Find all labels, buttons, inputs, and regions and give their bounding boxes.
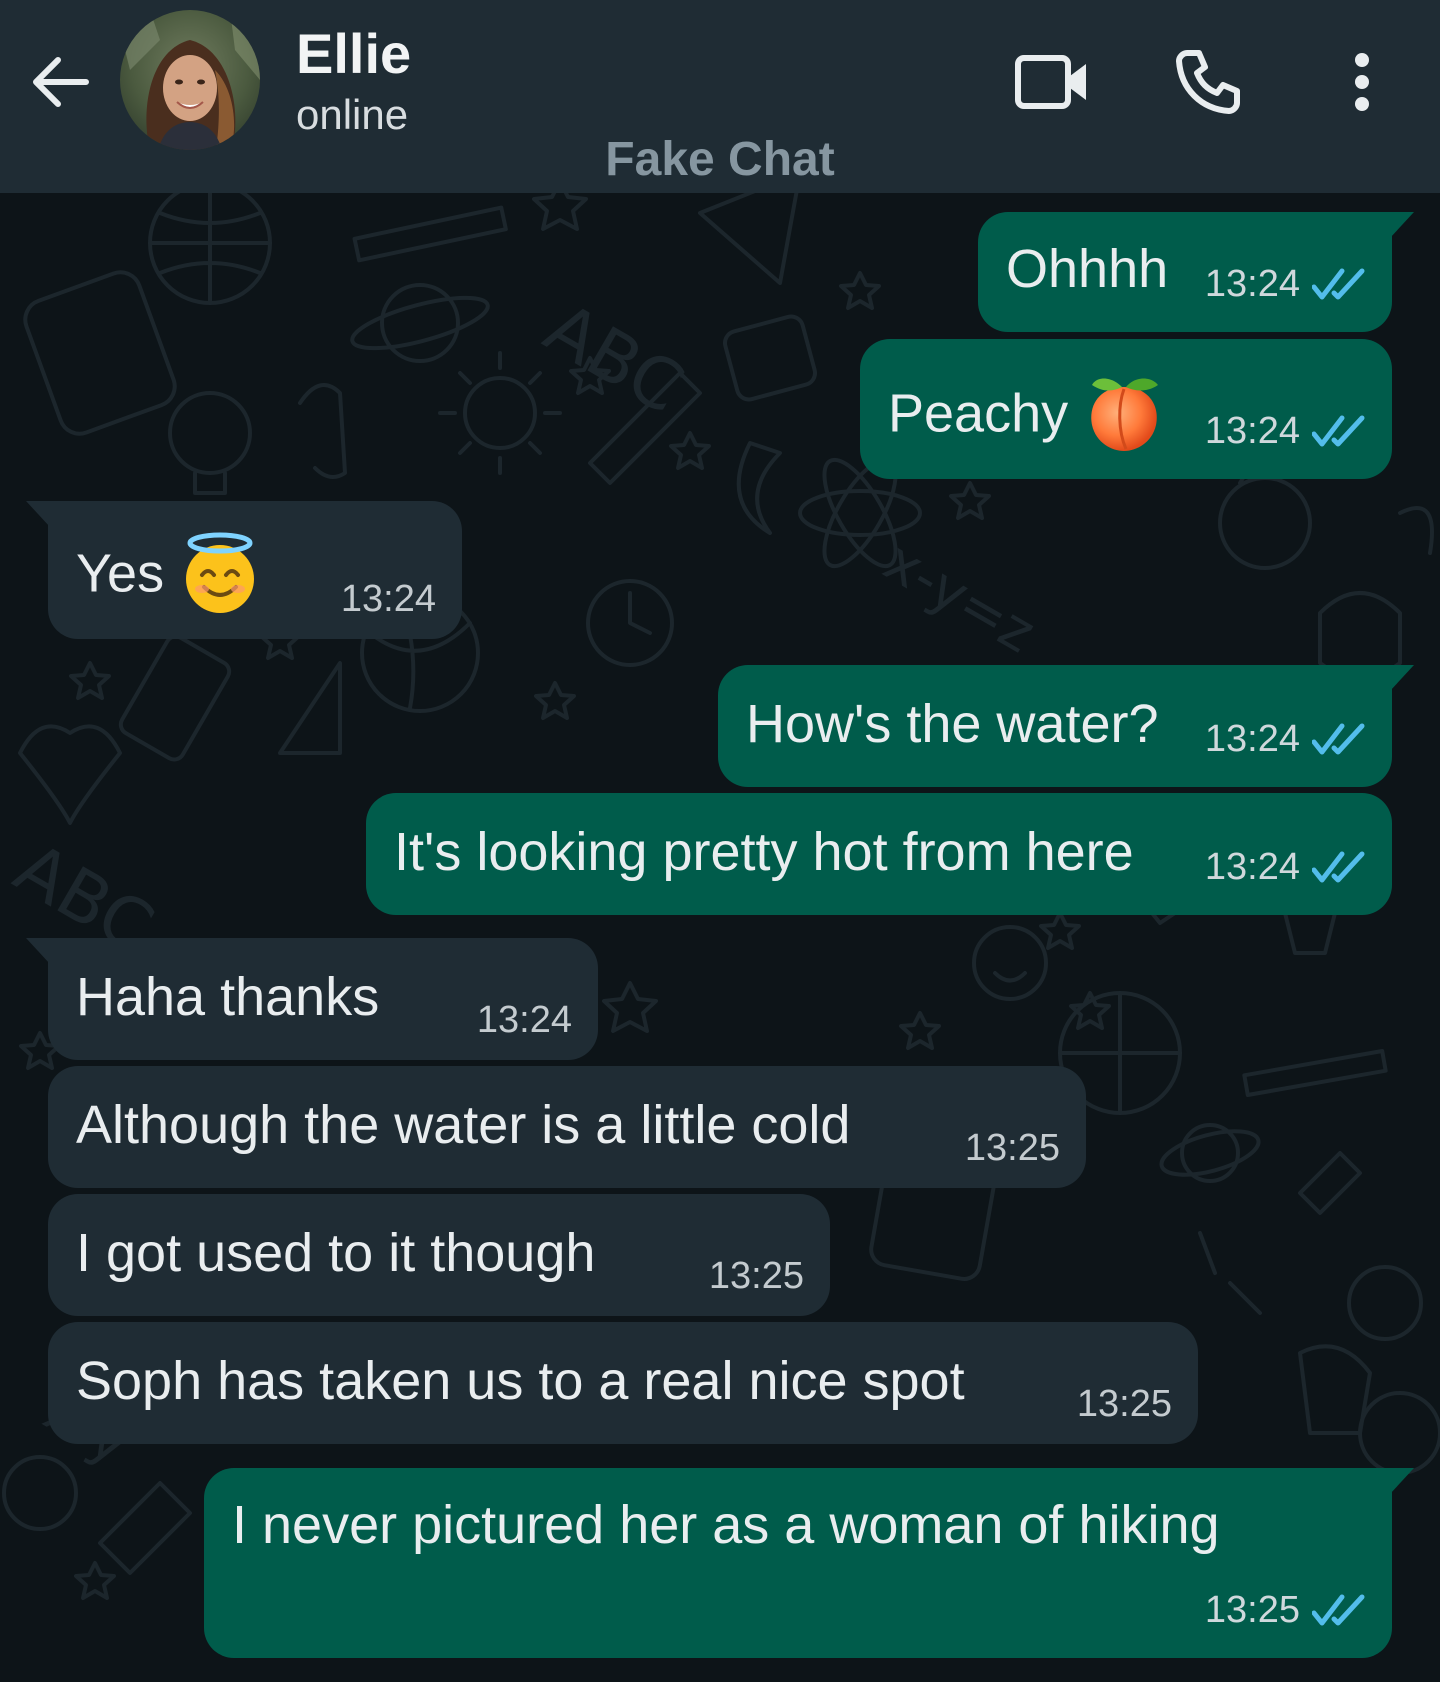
- back-button[interactable]: [28, 50, 92, 114]
- peach-emoji: [1091, 378, 1159, 451]
- incoming-message[interactable]: Haha thanks 13:24: [26, 938, 598, 1060]
- outgoing-message[interactable]: How's the water? 13:24: [718, 665, 1414, 787]
- menu-button[interactable]: [1320, 40, 1404, 124]
- message-time: 13:25: [1076, 1383, 1172, 1425]
- message-text: It's looking pretty hot from here: [394, 822, 1134, 882]
- message-text: Ohhhh: [1006, 239, 1169, 299]
- message-meta: 13:24: [1205, 845, 1366, 889]
- message-text: Yes: [76, 543, 165, 604]
- voice-call-button[interactable]: [1166, 40, 1250, 124]
- message-text: How's the water?: [746, 694, 1159, 754]
- message-text: I got used to it though: [76, 1223, 596, 1283]
- message-time: 13:25: [964, 1127, 1060, 1169]
- phone-icon: [1176, 50, 1240, 114]
- chat-screen: Ellie online Fake Chat ABC x-y=z ABC Ohh…: [0, 0, 1440, 1682]
- svg-text:ABC: ABC: [532, 287, 697, 430]
- arrow-left-icon: [33, 57, 89, 107]
- more-vertical-icon: [1355, 53, 1369, 111]
- message-meta: 13:25: [709, 1254, 804, 1298]
- outgoing-message[interactable]: It's looking pretty hot from here 13:24: [366, 793, 1392, 915]
- message-time: 13:24: [476, 999, 572, 1041]
- outgoing-message[interactable]: Ohhhh 13:24: [978, 212, 1414, 332]
- message-meta: 13:24: [477, 998, 572, 1042]
- message-meta: 13:25: [1077, 1382, 1172, 1426]
- halo-smile-emoji: [186, 532, 255, 613]
- incoming-message[interactable]: Although the water is a little cold 13:2…: [48, 1066, 1086, 1188]
- message-meta: 13:24: [341, 577, 436, 621]
- message-time: 13:25: [708, 1255, 804, 1297]
- double-check-read-icon: [1312, 268, 1365, 300]
- message-text-container: Peachy: [888, 375, 1166, 459]
- message-text: Peachy: [888, 383, 1069, 444]
- message-meta: 13:25: [1205, 1588, 1366, 1632]
- double-check-read-icon: [1312, 851, 1365, 883]
- video-call-button[interactable]: [1010, 40, 1094, 124]
- avatar-photo: [120, 10, 260, 150]
- message-meta: 13:24: [1205, 262, 1366, 306]
- message-text: Although the water is a little cold: [76, 1095, 851, 1155]
- message-text: Soph has taken us to a real nice spot: [76, 1351, 965, 1411]
- message-time: 13:25: [1204, 1589, 1300, 1631]
- double-check-read-icon: [1312, 1594, 1365, 1626]
- video-camera-icon: [1015, 55, 1086, 109]
- message-text-container: Yes: [76, 532, 262, 619]
- message-time: 13:24: [1204, 718, 1300, 760]
- message-time: 13:24: [1204, 263, 1300, 305]
- incoming-message[interactable]: Soph has taken us to a real nice spot 13…: [48, 1322, 1198, 1444]
- message-time: 13:24: [1204, 410, 1300, 452]
- message-text: Haha thanks: [76, 967, 380, 1027]
- incoming-message[interactable]: I got used to it though 13:25: [48, 1194, 830, 1316]
- contact-name[interactable]: Ellie: [296, 22, 411, 86]
- watermark-text: Fake Chat: [605, 133, 835, 186]
- message-list[interactable]: ABC x-y=z ABC Ohhhh 13:24 Peachy 13:24 Y…: [0, 193, 1440, 1682]
- incoming-message[interactable]: Yes 13:24: [26, 501, 462, 639]
- message-meta: 13:24: [1205, 717, 1366, 761]
- message-time: 13:24: [1204, 846, 1300, 888]
- message-text: I never pictured her as a woman of hikin…: [232, 1495, 1220, 1555]
- avatar[interactable]: [120, 10, 260, 150]
- outgoing-message[interactable]: I never pictured her as a woman of hikin…: [204, 1468, 1414, 1658]
- svg-text:x-y=z: x-y=z: [873, 529, 1046, 666]
- chat-header: Ellie online Fake Chat: [0, 0, 1440, 193]
- contact-status: online: [296, 91, 409, 138]
- double-check-read-icon: [1312, 723, 1365, 755]
- message-time: 13:24: [340, 578, 436, 620]
- outgoing-message[interactable]: Peachy 13:24: [860, 339, 1392, 479]
- message-meta: 13:24: [1205, 409, 1366, 453]
- double-check-read-icon: [1312, 415, 1365, 447]
- message-meta: 13:25: [965, 1126, 1060, 1170]
